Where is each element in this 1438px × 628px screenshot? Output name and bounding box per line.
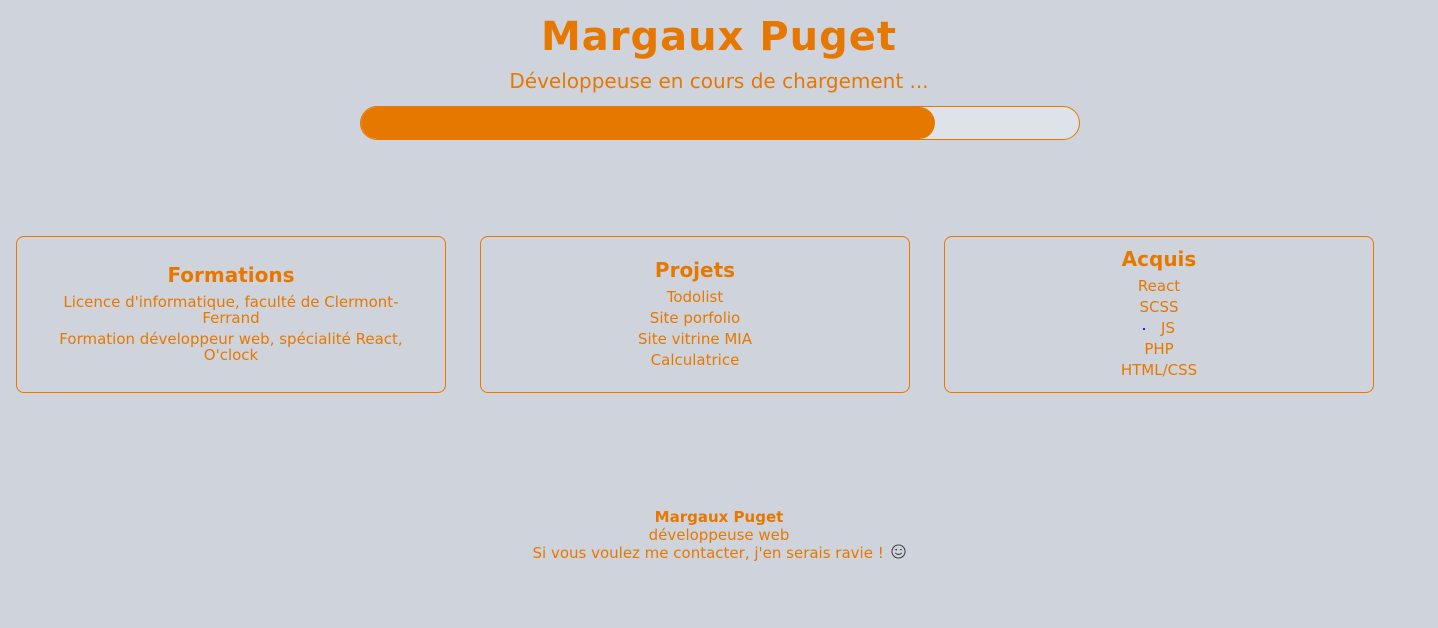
formations-card: Formations Licence d'informatique, facul…: [16, 236, 446, 393]
footer-contact: Si vous voulez me contacter, j'en serais…: [532, 544, 884, 562]
projets-item: Calculatrice: [650, 350, 740, 369]
acquis-item: HTML/CSS: [1120, 361, 1198, 379]
loading-progress-fill: [361, 107, 936, 139]
footer: Margaux Puget développeuse web Si vous v…: [0, 508, 1438, 562]
acquis-item: SCSS: [1139, 298, 1179, 316]
page-subtitle: Développeuse en cours de chargement ...: [509, 69, 929, 93]
projets-item: Site porfolio: [649, 308, 741, 327]
acquis-list: React SCSS JS PHP HTML/CSS: [1121, 278, 1197, 383]
footer-role: développeuse web: [648, 526, 790, 544]
acquis-title: Acquis: [1121, 247, 1197, 271]
footer-name: Margaux Puget: [654, 508, 784, 526]
smiley-icon: [890, 544, 906, 559]
projets-item: Todolist: [666, 287, 724, 306]
formations-title: Formations: [167, 262, 295, 287]
acquis-card: Acquis React SCSS JS PHP HTML/CSS: [944, 236, 1374, 393]
acquis-item: React: [1137, 277, 1181, 295]
formations-item: Licence d'informatique, faculté de Clerm…: [63, 292, 399, 327]
acquis-item: JS: [1121, 320, 1197, 336]
projets-card: Projets Todolist Site porfolio Site vitr…: [480, 236, 910, 393]
projets-title: Projets: [654, 257, 736, 282]
footer-contact-line: Si vous voulez me contacter, j'en serais…: [0, 544, 1438, 562]
projets-list: Todolist Site porfolio Site vitrine MIA …: [638, 289, 752, 373]
projets-item: Site vitrine MIA: [638, 329, 752, 348]
page-title: Margaux Puget: [540, 14, 898, 60]
acquis-item: PHP: [1144, 340, 1174, 358]
acquis-item-label: JS: [1161, 319, 1175, 337]
formations-list: Licence d'informatique, faculté de Clerm…: [17, 294, 445, 368]
marker-dot: [1143, 327, 1146, 330]
loading-progress-bar: [360, 106, 1080, 140]
formations-item: Formation développeur web, spécialité Re…: [59, 329, 403, 364]
